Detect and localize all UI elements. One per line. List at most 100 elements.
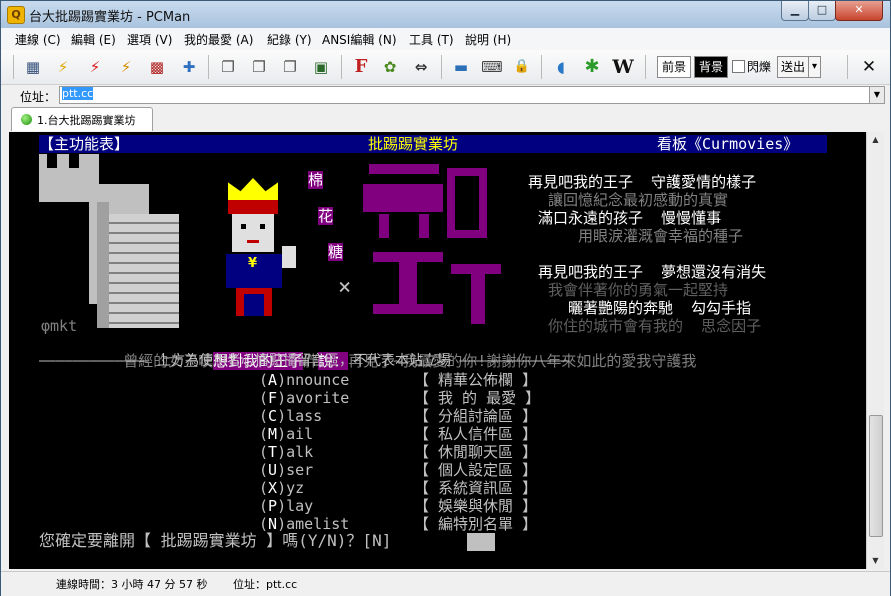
menu-hotkey: C	[268, 407, 278, 425]
settings-gear-icon[interactable]: ✿	[379, 56, 401, 78]
main-menu-description: 【 分組討論區 】	[414, 407, 538, 425]
menu-ansi-edit[interactable]: ANSI編輯 (N)	[322, 31, 397, 48]
background-color-button[interactable]: 背景	[694, 56, 728, 78]
menu-hotkey: X	[268, 479, 278, 497]
close-tab-icon[interactable]: ✕	[858, 56, 880, 78]
menu-paren-close: )	[277, 497, 287, 515]
address-bar: 位址： ptt.cc ▼	[1, 85, 890, 105]
menu-word: avorite	[286, 389, 350, 407]
menu-options[interactable]: 選項 (V)	[127, 31, 172, 48]
keyboard-icon[interactable]: ⌨	[481, 56, 503, 78]
scrollbar-thumb[interactable]	[869, 415, 883, 537]
main-menu-description: 【 我 的 最愛 】	[414, 389, 541, 407]
address-input[interactable]: ptt.cc	[59, 86, 871, 104]
minimize-button[interactable]: ▁	[781, 1, 809, 21]
picture-icon[interactable]: ▬	[450, 56, 472, 78]
menu-paren-open: (	[259, 407, 269, 425]
menu-hotkey: F	[268, 389, 278, 407]
foreground-color-button[interactable]: 前景	[657, 56, 691, 78]
address-dropdown-arrow[interactable]: ▼	[869, 86, 885, 104]
maximize-button[interactable]: □	[808, 1, 836, 21]
art-times-sign: ×	[338, 275, 352, 300]
menu-paren-open: (	[259, 497, 269, 515]
main-menu-description: 【 個人設定區 】	[414, 461, 538, 479]
lock-icon[interactable]: 🔒	[511, 56, 533, 78]
main-menu-item[interactable]: (U)ser	[259, 461, 313, 479]
menu-hotkey: T	[268, 443, 278, 461]
menu-desc-text: 娛樂與休閒	[438, 497, 514, 515]
main-menu-description: 【 精華公佈欄 】	[414, 371, 538, 389]
main-menu-description: 【 休閒聊天區 】	[414, 443, 538, 461]
pcman-app-icon[interactable]: Q	[7, 6, 25, 24]
menu-desc-text: 休閒聊天區	[438, 443, 514, 461]
menu-desc-text: 個人設定區	[438, 461, 514, 479]
menu-paren-open: (	[259, 389, 269, 407]
main-menu-item[interactable]: (X)yz	[259, 479, 304, 497]
terminal-cursor	[467, 533, 495, 551]
header-board-name: 看板《Curmovies》	[657, 135, 799, 153]
tab-ptt[interactable]: 1.台大批踢踢實業坊	[11, 107, 153, 131]
vertical-scrollbar[interactable]: ▲ ▼	[866, 132, 884, 569]
font-icon[interactable]: F	[350, 56, 372, 78]
close-connection-icon[interactable]: ▩	[146, 56, 168, 78]
main-menu-item[interactable]: (P)lay	[259, 497, 313, 515]
add-favorite-icon[interactable]: ✚	[178, 56, 200, 78]
scroll-down-arrow-icon[interactable]: ▼	[867, 553, 884, 569]
menu-favorites[interactable]: 我的最愛 (A)	[184, 31, 253, 48]
menu-paren-close: )	[277, 407, 287, 425]
copy-with-ansi-icon[interactable]: ❐	[279, 56, 301, 78]
scroll-up-arrow-icon[interactable]: ▲	[867, 132, 884, 148]
exit-prompt: 您確定要離開【 批踢踢實業坊 】嗎(Y/N)？[N]	[39, 531, 392, 550]
blink-label: 閃爍	[747, 60, 772, 74]
menu-word: alk	[286, 443, 314, 461]
connect-icon[interactable]: ⚡	[52, 56, 74, 78]
menu-paren-close: )	[277, 479, 287, 497]
main-menu-item[interactable]: (F)avorite	[259, 389, 349, 407]
toolbar-separator	[541, 55, 542, 79]
pcman-icon[interactable]: ◖	[550, 56, 572, 78]
lyric-line: 再見吧我的王子 夢想還沒有消失	[538, 263, 767, 281]
lyric-line: 再見吧我的王子 守護愛情的樣子	[528, 173, 757, 191]
menu-paren-close: )	[277, 389, 287, 407]
disconnect-icon[interactable]: ⚡	[84, 56, 106, 78]
menu-hotkey: M	[268, 425, 278, 443]
lyric-line: 滿口永遠的孩子 慢慢懂事	[538, 209, 722, 227]
paste-icon[interactable]: ❐	[248, 56, 270, 78]
send-button[interactable]: 送出	[777, 56, 809, 78]
fullscreen-icon[interactable]: ⇔	[410, 56, 432, 78]
menu-desc-text: 精華公佈欄	[438, 371, 514, 389]
menu-connection[interactable]: 連線 (C)	[15, 31, 61, 48]
copy-icon[interactable]: ❐	[217, 56, 239, 78]
main-menu-item[interactable]: (M)ail	[259, 425, 313, 443]
toolbar-separator	[13, 55, 14, 79]
menu-paren-open: (	[259, 425, 269, 443]
send-dropdown-arrow[interactable]: ▾	[808, 56, 821, 78]
menu-word: ail	[286, 425, 314, 443]
art-word-candy: 糖	[328, 243, 344, 261]
preview-icon[interactable]: ▣	[310, 56, 332, 78]
title-bar[interactable]: Q 台大批踢踢實業坊 - PCMan ▁ □ ✕	[1, 1, 890, 28]
connected-status-icon	[21, 114, 32, 125]
close-window-button[interactable]: ✕	[835, 1, 883, 21]
status-address: 位址：ptt.cc	[233, 578, 298, 591]
main-menu-item[interactable]: (T)alk	[259, 443, 313, 461]
menu-help[interactable]: 說明 (H)	[465, 31, 511, 48]
terminal-screen[interactable]: 【主功能表】 批踢踢實業坊 看板《Curmovies》 ¥ 棉 花 糖 × 再見…	[9, 132, 866, 569]
connection-time: 連線時間：3 小時 47 分 57 秒	[56, 578, 208, 591]
wikipedia-icon[interactable]: W	[612, 56, 634, 78]
reconnect-icon[interactable]: ⚡	[115, 56, 137, 78]
main-menu-item[interactable]: (C)lass	[259, 407, 322, 425]
emoticon-flower-icon[interactable]: ✱	[581, 56, 603, 78]
menu-log[interactable]: 紀錄 (Y)	[267, 31, 312, 48]
purple-logo-art	[359, 154, 519, 324]
menu-paren-open: (	[259, 479, 269, 497]
menu-word: yz	[286, 479, 305, 497]
site-list-icon[interactable]: ▦	[22, 56, 44, 78]
main-menu-item[interactable]: (A)nnounce	[259, 371, 349, 389]
menu-paren-open: (	[259, 443, 269, 461]
menu-edit[interactable]: 編輯 (E)	[71, 31, 116, 48]
blink-checkbox[interactable]	[732, 60, 745, 73]
main-menu-description: 【 私人信件區 】	[414, 425, 538, 443]
menu-desc-text: 編特別名單	[438, 515, 514, 533]
menu-tools[interactable]: 工具 (T)	[409, 31, 454, 48]
